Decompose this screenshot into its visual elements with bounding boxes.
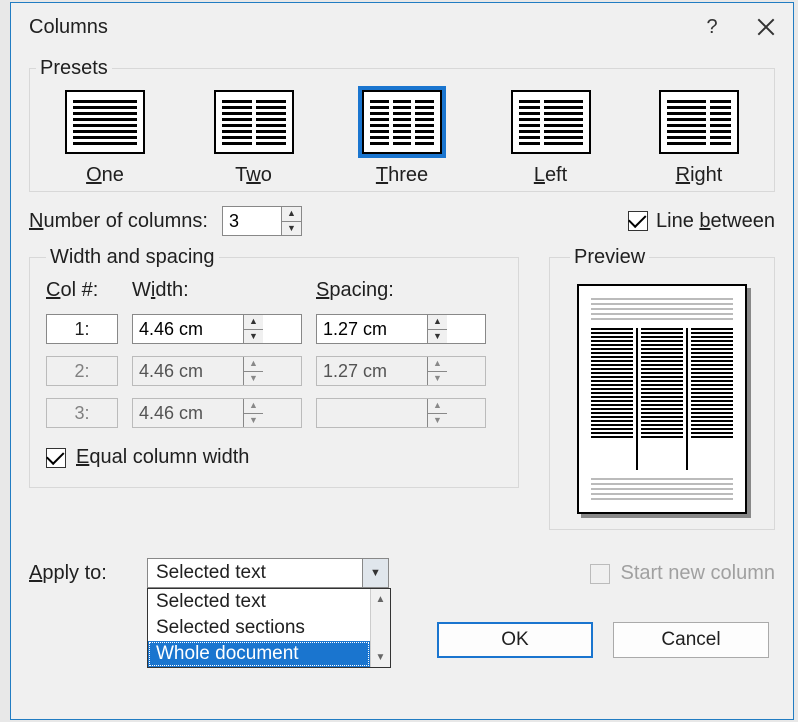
num-columns-spin[interactable]: ▲▼ [222, 206, 302, 236]
width-3-spin: ▲▼ [132, 398, 302, 428]
columns-dialog: Columns ? Presets One T [10, 2, 794, 720]
preset-left[interactable]: Left [496, 90, 606, 187]
close-button[interactable] [739, 3, 793, 51]
line-between-label: Line between [656, 210, 775, 233]
preview-legend: Preview [570, 246, 649, 269]
col-2-label: 2: [46, 356, 118, 386]
titlebar: Columns ? [11, 3, 793, 51]
apply-to-dropdown: Selected text Selected sections Whole do… [147, 588, 391, 668]
apply-to-value: Selected text [148, 562, 362, 584]
presets-group: Presets One Two [29, 57, 775, 192]
num-columns-input[interactable] [223, 207, 281, 235]
apply-option-selected-sections[interactable]: Selected sections [148, 615, 370, 641]
spin-down-icon[interactable]: ▼ [282, 222, 301, 236]
ok-button[interactable]: OK [437, 622, 593, 658]
scroll-down-icon[interactable]: ▼ [371, 647, 390, 667]
dropdown-scrollbar[interactable]: ▲ ▼ [370, 589, 390, 667]
chevron-down-icon[interactable]: ▼ [362, 559, 388, 587]
spacing-3-spin: ▲▼ [316, 398, 486, 428]
start-new-column-checkbox [590, 564, 610, 584]
apply-option-selected-text[interactable]: Selected text [148, 589, 370, 615]
preset-three[interactable]: Three [347, 90, 457, 187]
width-1-spin[interactable]: ▲▼ [132, 314, 302, 344]
cancel-button[interactable]: Cancel [613, 622, 769, 658]
scroll-up-icon[interactable]: ▲ [371, 589, 390, 609]
dialog-title: Columns [29, 16, 685, 39]
spin-up-icon[interactable]: ▲ [282, 207, 301, 222]
preset-right[interactable]: Right [644, 90, 754, 187]
help-button[interactable]: ? [685, 3, 739, 51]
width-spacing-group: Width and spacing Col #: Width: Spacing:… [29, 246, 519, 488]
start-new-column-label: Start new column [620, 562, 775, 585]
presets-legend: Presets [36, 57, 112, 80]
preset-one[interactable]: One [50, 90, 160, 187]
apply-to-label: Apply to: [29, 558, 147, 585]
spacing-1-spin[interactable]: ▲▼ [316, 314, 486, 344]
width-header: Width: [132, 279, 302, 302]
apply-to-combo[interactable]: Selected text ▼ Selected text Selected s… [147, 558, 389, 588]
col-3-label: 3: [46, 398, 118, 428]
apply-option-whole-document[interactable]: Whole document [148, 641, 370, 667]
preview-page [577, 284, 747, 514]
equal-width-checkbox[interactable] [46, 448, 66, 468]
close-icon [755, 16, 777, 38]
col-header: Col #: [46, 279, 118, 302]
width-2-spin: ▲▼ [132, 356, 302, 386]
equal-width-label: Equal column width [76, 446, 249, 469]
spacing-2-spin: ▲▼ [316, 356, 486, 386]
width-spacing-legend: Width and spacing [46, 246, 219, 269]
col-1-label: 1: [46, 314, 118, 344]
preview-group: Preview [549, 246, 775, 530]
line-between-checkbox[interactable] [628, 211, 648, 231]
num-columns-label: Number of columns: [29, 210, 208, 233]
spacing-header: Spacing: [316, 279, 486, 302]
preset-two[interactable]: Two [199, 90, 309, 187]
